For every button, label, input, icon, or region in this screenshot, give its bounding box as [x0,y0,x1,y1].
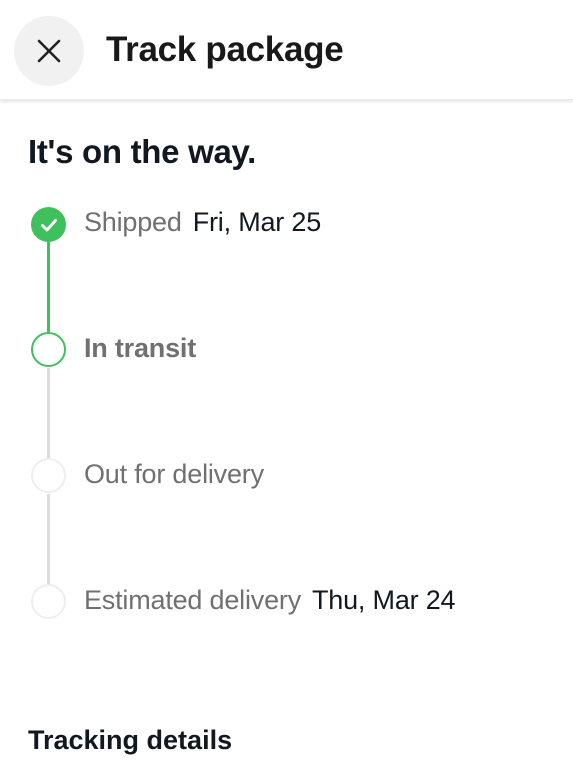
step-date: Fri, Mar 25 [192,206,322,237]
step-date: Thu, Mar 24 [312,584,456,615]
timeline-step-out-for-delivery: Out for delivery [84,454,264,494]
step-label: In transit [84,332,197,363]
step-label: Estimated delivery [84,584,301,615]
timeline-step-shipped: Shipped Fri, Mar 25 [84,202,321,242]
timeline-node-out-for-delivery [31,458,66,493]
timeline-node-estimated-delivery [31,584,66,619]
timeline-connector-shipped-to-transit [47,240,50,332]
track-package-screen: Track package It's on the way. Shipped F… [0,0,573,768]
timeline-connector-out-to-estimated [47,494,50,584]
checkmark-icon [40,218,57,231]
timeline-step-estimated-delivery: Estimated delivery Thu, Mar 24 [84,580,456,620]
tracking-details-heading: Tracking details [28,725,233,755]
timeline-step-in-transit: In transit [84,328,196,368]
timeline-node-shipped [31,207,66,242]
step-label: Shipped [84,206,182,237]
tracking-timeline: Shipped Fri, Mar 25 In transit Out for d… [0,0,573,768]
timeline-connector-transit-to-out [47,368,50,458]
timeline-node-in-transit [31,332,66,367]
step-label: Out for delivery [84,458,264,489]
